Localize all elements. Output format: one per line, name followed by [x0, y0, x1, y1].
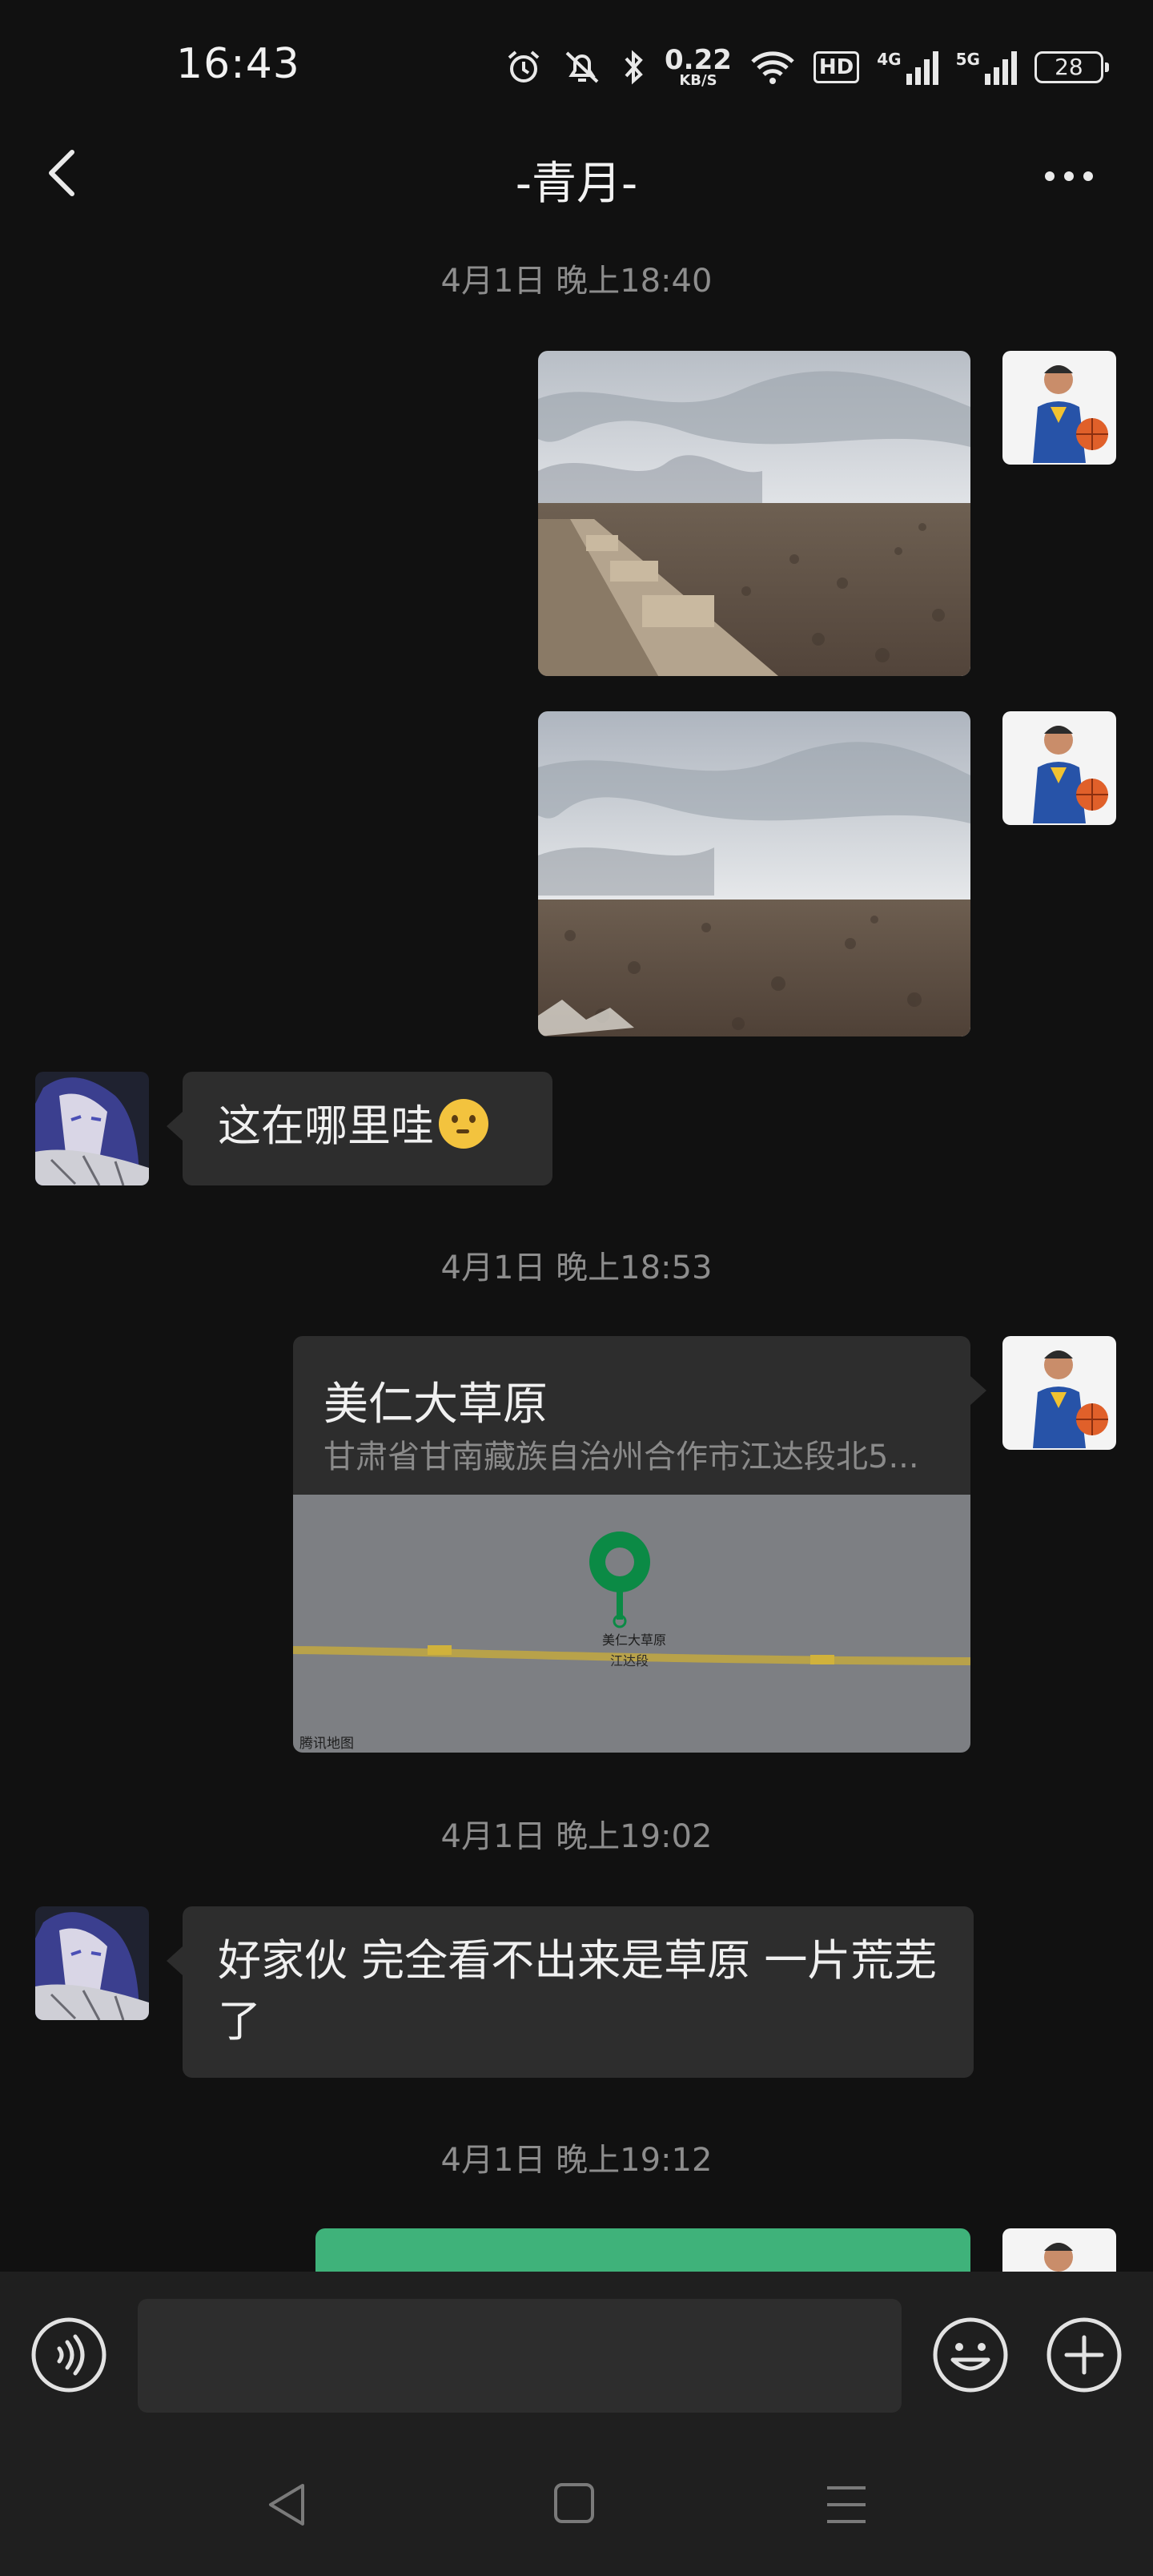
nav-menu-button[interactable] [818, 2477, 874, 2533]
network-speed-unit: KB/S [679, 72, 717, 89]
system-navigation-bar [0, 2429, 1153, 2576]
contact-avatar[interactable] [35, 1072, 149, 1185]
alarm-icon [504, 48, 543, 87]
plus-icon [1047, 2317, 1122, 2393]
signal-4g: 4G [877, 50, 938, 85]
self-avatar[interactable] [1002, 711, 1116, 825]
wifi-icon [749, 49, 796, 86]
message-input[interactable] [138, 2299, 902, 2413]
timestamp: 4月1日 晚上18:40 [440, 263, 713, 300]
signal-4g-label: 4G [877, 50, 902, 69]
mute-icon [560, 48, 604, 87]
nav-back-icon [269, 2484, 304, 2526]
sent-photo[interactable] [538, 351, 970, 676]
nav-menu-icon [827, 2486, 866, 2523]
photo-image [538, 351, 970, 676]
self-avatar[interactable] [1002, 1336, 1116, 1450]
avatar-image [1002, 711, 1116, 825]
nav-home-icon [554, 2483, 594, 2523]
thinking-face-icon [439, 1099, 488, 1149]
message-text: 好家伙 完全看不出来是草原 一片荒芜了 [218, 1935, 938, 2047]
map-place-label: 美仁大草原 [602, 1632, 667, 1648]
photo-image [538, 711, 970, 1036]
status-bar: 16:43 0.22 KB/S HD 4G 5G 28 [0, 0, 1153, 128]
map-road-label: 江达段 [610, 1653, 649, 1668]
avatar-image [1002, 1336, 1116, 1450]
sent-photo[interactable] [538, 711, 970, 1036]
plus-button[interactable] [1043, 2313, 1126, 2397]
bluetooth-icon [621, 47, 647, 87]
chat-header: -青月- [0, 128, 1153, 218]
signal-5g-label: 5G [955, 50, 980, 69]
location-bubble-tail [970, 1376, 986, 1405]
timestamp: 4月1日 晚上19:12 [440, 2142, 713, 2179]
avatar-image [1002, 351, 1116, 465]
network-speed: 0.22 KB/S [665, 46, 732, 88]
nav-back-button[interactable] [264, 2477, 309, 2533]
emoji-button[interactable] [929, 2313, 1012, 2397]
avatar-image [35, 1072, 149, 1185]
more-button[interactable] [1033, 152, 1105, 200]
chat-title: -青月- [515, 158, 638, 210]
battery-indicator: 28 [1034, 51, 1109, 83]
status-icons: 0.22 KB/S HD 4G 5G 28 [504, 42, 1109, 93]
location-message[interactable]: 美仁大草原 甘肃省甘南藏族自治州合作市江达段北5... 美仁大草原 江达段 腾讯… [293, 1336, 970, 1753]
voice-icon [31, 2317, 106, 2393]
emoji-icon [933, 2317, 1008, 2393]
location-address: 甘肃省甘南藏族自治州合作市江达段北5... [323, 1439, 919, 1475]
more-icon-dot [1083, 171, 1093, 181]
hd-badge: HD [813, 51, 860, 83]
timestamp: 4月1日 晚上19:02 [440, 1818, 713, 1855]
map-pin-icon [589, 1532, 650, 1628]
timestamp: 4月1日 晚上18:53 [440, 1250, 713, 1286]
location-map: 美仁大草原 江达段 腾讯地图 [293, 1495, 970, 1753]
nav-home-button[interactable] [546, 2475, 602, 2531]
location-title: 美仁大草原 [323, 1379, 548, 1431]
more-icon-dot [1064, 171, 1074, 181]
signal-5g: 5G [956, 50, 1017, 85]
map-attribution: 腾讯地图 [299, 1736, 354, 1752]
network-speed-value: 0.22 [665, 44, 732, 76]
contact-avatar[interactable] [35, 1906, 149, 2020]
voice-button[interactable] [27, 2313, 110, 2397]
self-avatar[interactable] [1002, 351, 1116, 465]
avatar-image [35, 1906, 149, 2020]
more-icon [1045, 171, 1055, 181]
received-message[interactable]: 这在哪里哇 [167, 1072, 552, 1185]
status-time: 16:43 [176, 40, 300, 88]
message-text: 这在哪里哇 [218, 1101, 434, 1151]
received-message[interactable]: 好家伙 完全看不出来是草原 一片荒芜了 [167, 1906, 974, 2078]
